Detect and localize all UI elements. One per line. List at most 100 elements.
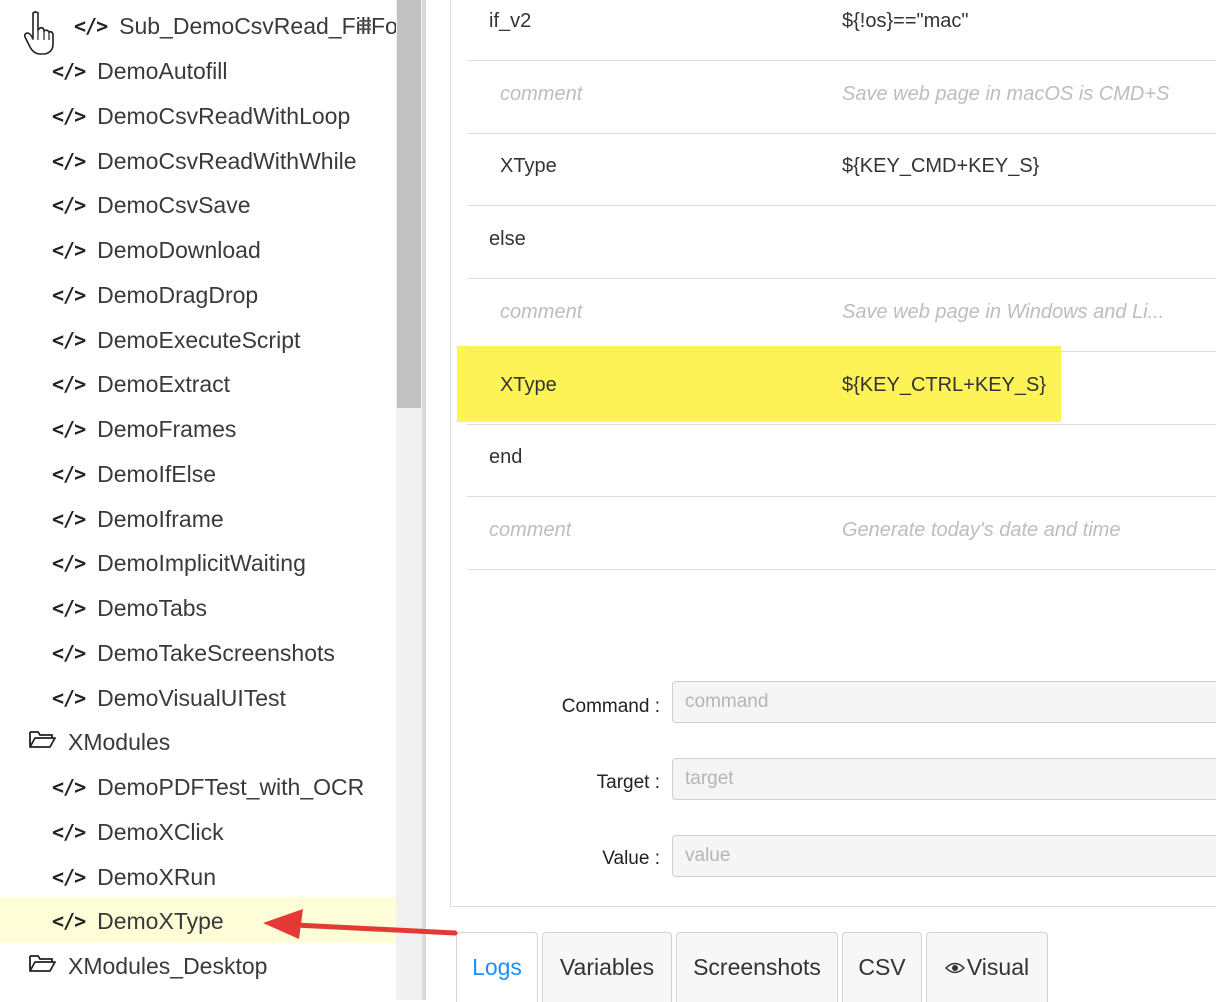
tree-item-label: DemoXClick: [97, 818, 224, 845]
tree-item-demoautofill[interactable]: </> DemoAutofill: [52, 49, 228, 93]
command-row[interactable]: if_v2 ${!os}=="mac": [467, 0, 1216, 61]
tree-item-label: DemoIfElse: [97, 460, 216, 487]
tree-item-label: Sub_DemoCsvRead_FillForm: [119, 12, 396, 39]
tree-item-demoxrun[interactable]: </> DemoXRun: [52, 855, 216, 899]
tree-item-label: DemoDragDrop: [97, 281, 259, 308]
tab-csv[interactable]: CSV: [842, 932, 922, 1002]
tree-folder-xmodules-desktop[interactable]: XModules_Desktop: [28, 944, 267, 988]
code-icon: </>: [52, 686, 86, 710]
tree-item-democsvreadwithloop[interactable]: </> DemoCsvReadWithLoop: [52, 94, 350, 138]
code-icon: </>: [52, 417, 86, 441]
command-input[interactable]: [672, 681, 1216, 723]
code-icon: </>: [52, 59, 86, 83]
target-cell: ${!os}=="mac": [842, 10, 969, 32]
tree-item-partial[interactable]: </> Sub_DemoCsvRead_FillForm: [74, 4, 396, 48]
tab-variables[interactable]: Variables: [542, 932, 672, 1002]
tab-label: Logs: [472, 954, 522, 980]
tree-item-label: XModules: [68, 728, 171, 755]
tree-item-label: DemoExecuteScript: [97, 326, 301, 353]
code-icon: </>: [52, 328, 86, 352]
tree-item-demoframes[interactable]: </> DemoFrames: [52, 407, 236, 451]
command-cell: XType: [500, 374, 557, 396]
tree-item-demoimplicitwaiting[interactable]: </> DemoImplicitWaiting: [52, 541, 306, 585]
value-label: Value :: [602, 848, 660, 869]
code-icon: </>: [74, 14, 108, 38]
tree-item-democsvreadwithwhile[interactable]: </> DemoCsvReadWithWhile: [52, 139, 357, 183]
tab-label: Screenshots: [693, 954, 821, 980]
code-icon: </>: [52, 283, 86, 307]
annotation-arrow: [263, 909, 458, 939]
menu-icon[interactable]: ≡: [358, 12, 372, 40]
tab-screenshots[interactable]: Screenshots: [676, 932, 838, 1002]
tab-label: Visual: [966, 954, 1030, 980]
tree-item-demodownload[interactable]: </> DemoDownload: [52, 228, 261, 272]
eye-icon: [944, 962, 965, 973]
tree-item-label: DemoCsvReadWithWhile: [97, 147, 357, 174]
tree-item-label: DemoExtract: [97, 370, 231, 397]
code-icon: </>: [52, 462, 86, 486]
tree-item-demotabs[interactable]: </> DemoTabs: [52, 586, 207, 630]
tree-item-label: DemoVisualUITest: [97, 684, 286, 711]
code-icon: </>: [52, 596, 86, 620]
command-row[interactable]: end: [467, 424, 1216, 497]
tree-item-demopdftest-with-ocr[interactable]: </> DemoPDFTest_with_OCR: [52, 765, 364, 809]
code-icon: </>: [52, 865, 86, 889]
tree-item-label: DemoXRun: [97, 863, 217, 890]
macro-tree-sidebar: </> Sub_DemoCsvRead_FillForm ≡ </> DemoAu…: [0, 0, 396, 1000]
target-cell: Save web page in Windows and Li...: [842, 301, 1165, 323]
tree-item-label: DemoCsvReadWithLoop: [97, 102, 351, 129]
code-icon: </>: [52, 238, 86, 262]
command-cell: else: [489, 228, 526, 250]
target-cell: Save web page in macOS is CMD+S: [842, 83, 1170, 105]
command-cell: XType: [500, 155, 557, 177]
folder-open-icon: [28, 952, 56, 980]
tree-item-label: DemoTabs: [97, 594, 208, 621]
command-cell: comment: [489, 519, 572, 541]
tree-folder-xmodules[interactable]: XModules: [28, 720, 170, 764]
target-label: Target :: [596, 772, 660, 793]
command-row[interactable]: XType ${KEY_CTRL+KEY_S}: [467, 352, 1216, 425]
command-row[interactable]: comment Save web page in macOS is CMD+S: [467, 61, 1216, 134]
command-row[interactable]: XType ${KEY_CMD+KEY_S}: [467, 133, 1216, 206]
tree-item-label: DemoFrames: [97, 415, 237, 442]
tree-item-label: DemoCsvSave: [97, 191, 251, 218]
panel-divider[interactable]: [422, 0, 426, 1000]
tree-item-label: DemoDownload: [97, 236, 261, 263]
sidebar-scrollbar-thumb[interactable]: [397, 0, 421, 408]
tree-item-demodragdrop[interactable]: </> DemoDragDrop: [52, 273, 258, 317]
code-icon: </>: [52, 193, 86, 217]
command-cell: comment: [500, 83, 583, 105]
tree-item-demoifelse[interactable]: </> DemoIfElse: [52, 452, 216, 496]
tree-item-demoexecutescript[interactable]: </> DemoExecuteScript: [52, 318, 300, 362]
tree-item-label: DemoXType: [97, 907, 224, 934]
code-icon: </>: [52, 909, 86, 933]
code-icon: </>: [52, 551, 86, 575]
code-icon: </>: [52, 372, 86, 396]
tab-visual[interactable]: Visual: [926, 932, 1048, 1002]
value-input[interactable]: [672, 835, 1216, 877]
tree-item-demovisualuitest[interactable]: </> DemoVisualUITest: [52, 676, 286, 720]
code-icon: </>: [52, 775, 86, 799]
code-icon: </>: [52, 641, 86, 665]
code-icon: </>: [52, 104, 86, 128]
tree-item-label: XModules_Desktop: [68, 952, 268, 979]
target-cell: ${KEY_CMD+KEY_S}: [842, 155, 1040, 177]
tree-item-label: DemoAutofill: [97, 57, 228, 84]
tree-item-demoextract[interactable]: </> DemoExtract: [52, 362, 230, 406]
target-input[interactable]: [672, 758, 1216, 800]
tree-item-democsvsave[interactable]: </> DemoCsvSave: [52, 183, 251, 227]
tree-item-demoxtype[interactable]: </> DemoXType: [52, 899, 224, 943]
tree-item-demoxclick[interactable]: </> DemoXClick: [52, 810, 224, 854]
target-cell: Generate today's date and time: [842, 519, 1121, 541]
command-row[interactable]: else: [467, 206, 1216, 279]
command-row[interactable]: comment Save web page in Windows and Li..…: [467, 279, 1216, 352]
tree-item-label: DemoPDFTest_with_OCR: [97, 773, 365, 800]
tree-item-demotakescreenshots[interactable]: </> DemoTakeScreenshots: [52, 631, 335, 675]
command-cell: end: [489, 446, 523, 468]
target-cell: ${KEY_CTRL+KEY_S}: [842, 374, 1047, 396]
tree-item-demoiframe[interactable]: </> DemoIframe: [52, 497, 224, 541]
command-row[interactable]: comment Generate today's date and time: [467, 497, 1216, 570]
folder-open-icon: [28, 728, 56, 756]
tab-label: CSV: [858, 954, 906, 980]
tab-logs[interactable]: Logs: [456, 932, 538, 1002]
